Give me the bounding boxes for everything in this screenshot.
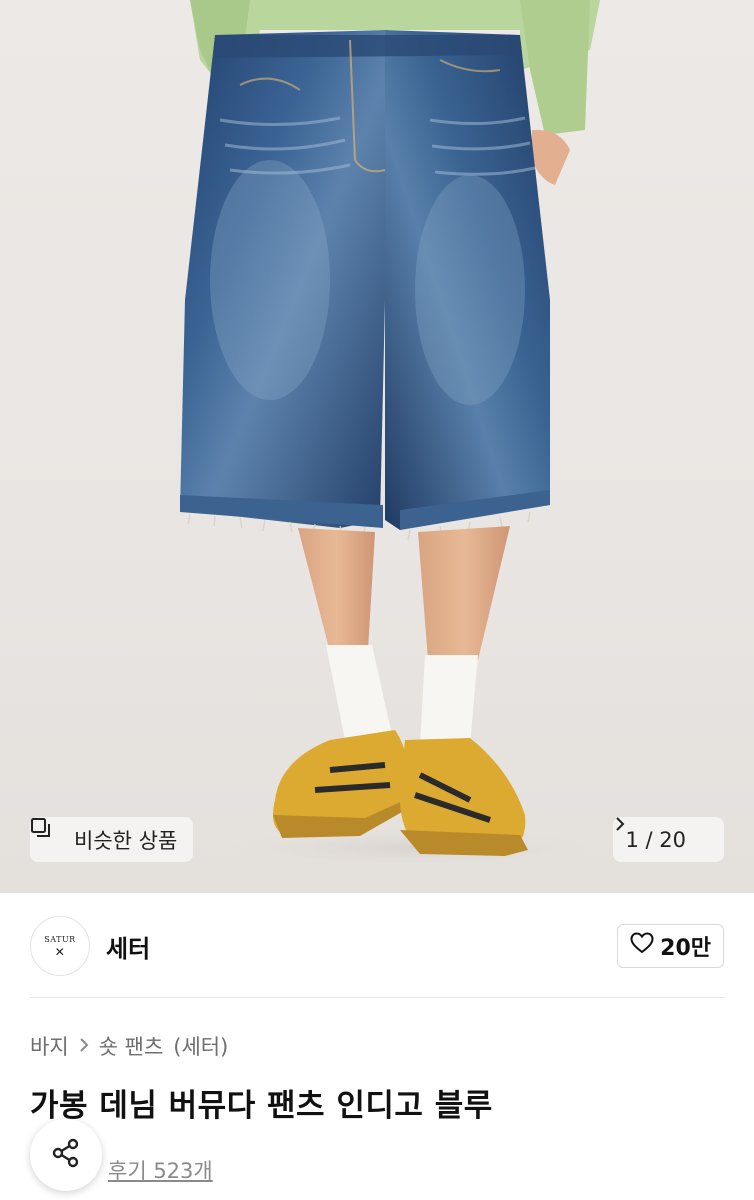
crossed-bones-icon: ✕: [54, 944, 66, 959]
share-icon: [49, 1136, 83, 1174]
denim-shorts-illustration: [180, 0, 630, 870]
like-button[interactable]: 20만: [617, 924, 724, 968]
breadcrumb-subcategory[interactable]: 숏 팬츠: [99, 1031, 164, 1061]
section-divider: [30, 997, 724, 998]
reviews-link[interactable]: 후기 523개: [108, 1155, 213, 1185]
product-image[interactable]: 비슷한 상품 1 / 20: [0, 0, 754, 893]
heart-icon: [630, 932, 654, 960]
brand-row: SATUR ✕ 세터 20만: [30, 915, 724, 977]
brand-logo-text: SATUR: [44, 934, 76, 944]
breadcrumb-brand[interactable]: (세터): [173, 1031, 228, 1061]
share-button[interactable]: [30, 1119, 102, 1191]
similar-products-label: 비슷한 상품: [74, 828, 178, 853]
brand-logo[interactable]: SATUR ✕: [30, 916, 90, 976]
chevron-right-icon: [79, 1036, 89, 1057]
image-page-counter[interactable]: 1 / 20: [613, 817, 724, 862]
like-count: 20만: [660, 936, 711, 961]
breadcrumb-category[interactable]: 바지: [30, 1031, 69, 1061]
chevron-right-icon: [616, 817, 710, 847]
page-counter-text: 1 / 20: [625, 827, 686, 852]
similar-items-icon: [31, 818, 66, 851]
breadcrumb: 바지 숏 팬츠 (세터): [30, 1031, 228, 1061]
brand-name[interactable]: 세터: [106, 929, 150, 964]
similar-products-button[interactable]: 비슷한 상품: [30, 817, 194, 862]
product-title: 가봉 데님 버뮤다 팬츠 인디고 블루: [30, 1088, 493, 1124]
